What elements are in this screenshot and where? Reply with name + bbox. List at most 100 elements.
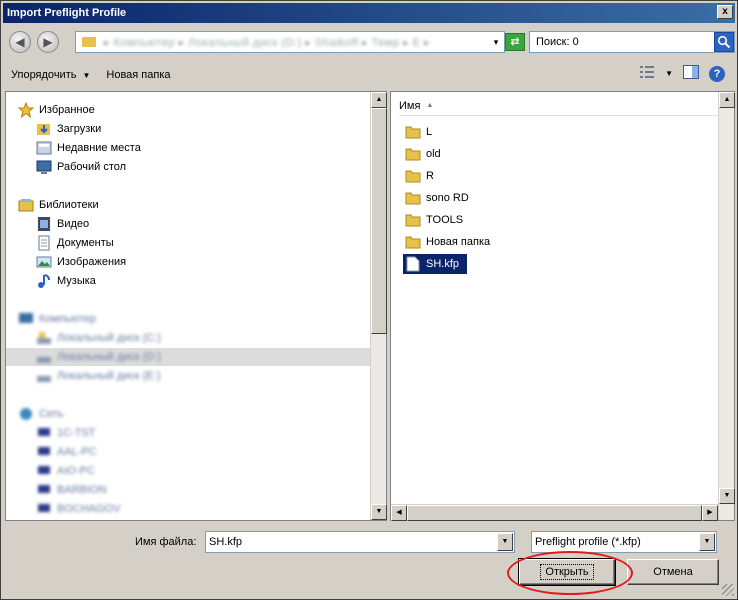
search-input[interactable] xyxy=(530,33,714,51)
file-list-pane[interactable]: Имя ▲ L old R sono RD TOOLS Новая папка xyxy=(390,91,735,521)
sidebar-label: Локальный диск (E:) xyxy=(57,370,161,382)
file-type-filter[interactable]: Preflight profile (*.kfp) ▼ xyxy=(531,531,717,553)
search-icon[interactable] xyxy=(714,32,734,52)
sidebar-item-desktop[interactable]: Рабочий стол xyxy=(36,158,126,176)
scroll-up-button[interactable]: ▲ xyxy=(719,92,735,108)
sidebar-label: Видео xyxy=(57,218,90,230)
sidebar-item-drive-e[interactable]: Локальный диск (E:) xyxy=(36,367,161,385)
chevron-down-icon[interactable]: ▼ xyxy=(699,533,715,551)
scroll-down-button[interactable]: ▼ xyxy=(719,488,735,504)
sidebar-label: Документы xyxy=(57,237,114,249)
search-box[interactable] xyxy=(529,31,735,53)
file-icon xyxy=(405,256,421,272)
sidebar-item-network-host[interactable]: AAL-PC xyxy=(36,443,97,461)
network-icon xyxy=(18,406,34,422)
images-icon xyxy=(36,254,52,270)
list-item[interactable]: L xyxy=(405,122,440,142)
downloads-icon xyxy=(36,121,52,137)
sidebar-item-libraries[interactable]: Библиотеки xyxy=(18,196,99,214)
scroll-right-button[interactable]: ▶ xyxy=(702,505,718,521)
navigation-scrollbar[interactable]: ▲ ▼ xyxy=(370,92,387,520)
file-list-vertical-scrollbar[interactable]: ▲ ▼ xyxy=(718,92,735,520)
sidebar-item-video[interactable]: Видео xyxy=(36,215,89,233)
sidebar-item-network[interactable]: Сеть xyxy=(18,405,63,423)
scroll-left-button[interactable]: ◀ xyxy=(391,505,407,521)
folder-icon xyxy=(405,124,421,140)
cancel-button[interactable]: Отмена xyxy=(627,559,719,585)
sidebar-label: AAL-PC xyxy=(57,446,97,458)
list-item[interactable]: sono RD xyxy=(405,188,477,208)
sidebar-item-network-host[interactable]: 1C-TST xyxy=(36,424,96,442)
column-header-name[interactable]: Имя ▲ xyxy=(399,96,719,116)
list-item[interactable]: Новая папка xyxy=(405,232,498,252)
filename-combobox[interactable]: ▼ xyxy=(205,531,515,553)
list-item[interactable]: old xyxy=(405,144,449,164)
title-bar[interactable]: Import Preflight Profile x xyxy=(3,3,735,23)
close-button[interactable]: x xyxy=(717,5,733,19)
file-list-horizontal-scrollbar[interactable]: ◀ ▶ xyxy=(391,504,718,521)
file-name: old xyxy=(426,148,441,160)
address-path: ▸ Компьютер ▸ Локальный диск (D:) ▸ Shai… xyxy=(104,36,431,49)
chevron-down-icon[interactable]: ▼ xyxy=(497,533,513,551)
sort-ascending-icon: ▲ xyxy=(426,102,434,109)
navigation-pane[interactable]: Избранное Загрузки Недавние места Рабочи… xyxy=(5,91,387,521)
sidebar-item-drive-c[interactable]: Локальный диск (C:) xyxy=(36,329,161,347)
toolbar-right: ▼ ? xyxy=(639,65,725,82)
scroll-down-button[interactable]: ▼ xyxy=(371,504,387,520)
scroll-thumb[interactable] xyxy=(371,108,387,334)
drive-icon xyxy=(36,368,52,384)
drive-icon xyxy=(36,330,52,346)
file-type-value: Preflight profile (*.kfp) xyxy=(535,536,641,548)
list-item[interactable]: R xyxy=(405,166,442,186)
chevron-down-icon[interactable]: ▾ xyxy=(488,37,504,48)
sidebar-label: BOCHAGOV xyxy=(57,503,121,515)
file-name: SH.kfp xyxy=(426,258,460,270)
back-button[interactable]: ◀ xyxy=(9,31,31,53)
scroll-up-button[interactable]: ▲ xyxy=(371,92,387,108)
list-item-selected[interactable]: SH.kfp xyxy=(403,254,468,274)
sidebar-item-recent-places[interactable]: Недавние места xyxy=(36,139,141,157)
sidebar-item-downloads[interactable]: Загрузки xyxy=(36,120,101,138)
address-bar[interactable]: ▸ Компьютер ▸ Локальный диск (D:) ▸ Shai… xyxy=(75,31,505,53)
help-icon[interactable]: ? xyxy=(709,65,725,82)
sidebar-label: Локальный диск (C:) xyxy=(57,332,162,344)
new-folder-button[interactable]: Новая папка xyxy=(98,64,178,86)
column-header-label: Имя xyxy=(399,99,421,112)
sidebar-label: 1C-TST xyxy=(57,427,96,439)
open-button[interactable]: Открыть xyxy=(518,558,616,586)
folder-icon xyxy=(82,37,96,47)
folder-icon xyxy=(405,168,421,184)
window-title: Import Preflight Profile xyxy=(7,7,127,19)
resize-grip[interactable] xyxy=(722,584,734,596)
preview-pane-icon[interactable] xyxy=(683,65,699,82)
navigation-row: ◀ ▶ ▸ Компьютер ▸ Локальный диск (D:) ▸ … xyxy=(5,29,735,55)
sidebar-label: Компьютер xyxy=(39,313,96,325)
filename-input[interactable] xyxy=(206,535,497,549)
sidebar-item-network-host[interactable]: BOCHAGOV xyxy=(36,500,121,518)
list-item[interactable]: TOOLS xyxy=(405,210,471,230)
forward-button[interactable]: ▶ xyxy=(37,31,59,53)
sidebar-item-drive-d[interactable]: Локальный диск (D:) xyxy=(36,348,161,366)
network-computer-icon xyxy=(36,482,52,498)
sidebar-item-network-host[interactable]: BARBION xyxy=(36,481,107,499)
sidebar-item-documents[interactable]: Документы xyxy=(36,234,114,252)
sidebar-label: Изображения xyxy=(57,256,127,268)
view-options-icon[interactable] xyxy=(639,65,655,82)
recent-places-icon xyxy=(36,140,52,156)
view-dropdown-icon[interactable]: ▼ xyxy=(665,69,673,78)
folder-icon xyxy=(405,146,421,162)
organize-button[interactable]: Упорядочить ▼ xyxy=(3,64,98,86)
network-computer-icon xyxy=(36,501,52,517)
sidebar-item-images[interactable]: Изображения xyxy=(36,253,126,271)
scroll-thumb[interactable] xyxy=(407,505,702,521)
sidebar-item-network-host[interactable]: AIO-PC xyxy=(36,462,95,480)
refresh-button[interactable]: ⇄ xyxy=(505,33,525,51)
sidebar-item-music[interactable]: Музыка xyxy=(36,272,96,290)
sidebar-label: Сеть xyxy=(39,408,64,420)
documents-icon xyxy=(36,235,52,251)
video-icon xyxy=(36,216,52,232)
organize-label: Упорядочить xyxy=(11,69,77,81)
folder-icon xyxy=(405,190,421,206)
sidebar-item-favorites[interactable]: Избранное xyxy=(18,101,95,119)
sidebar-item-computer[interactable]: Компьютер xyxy=(18,310,96,328)
